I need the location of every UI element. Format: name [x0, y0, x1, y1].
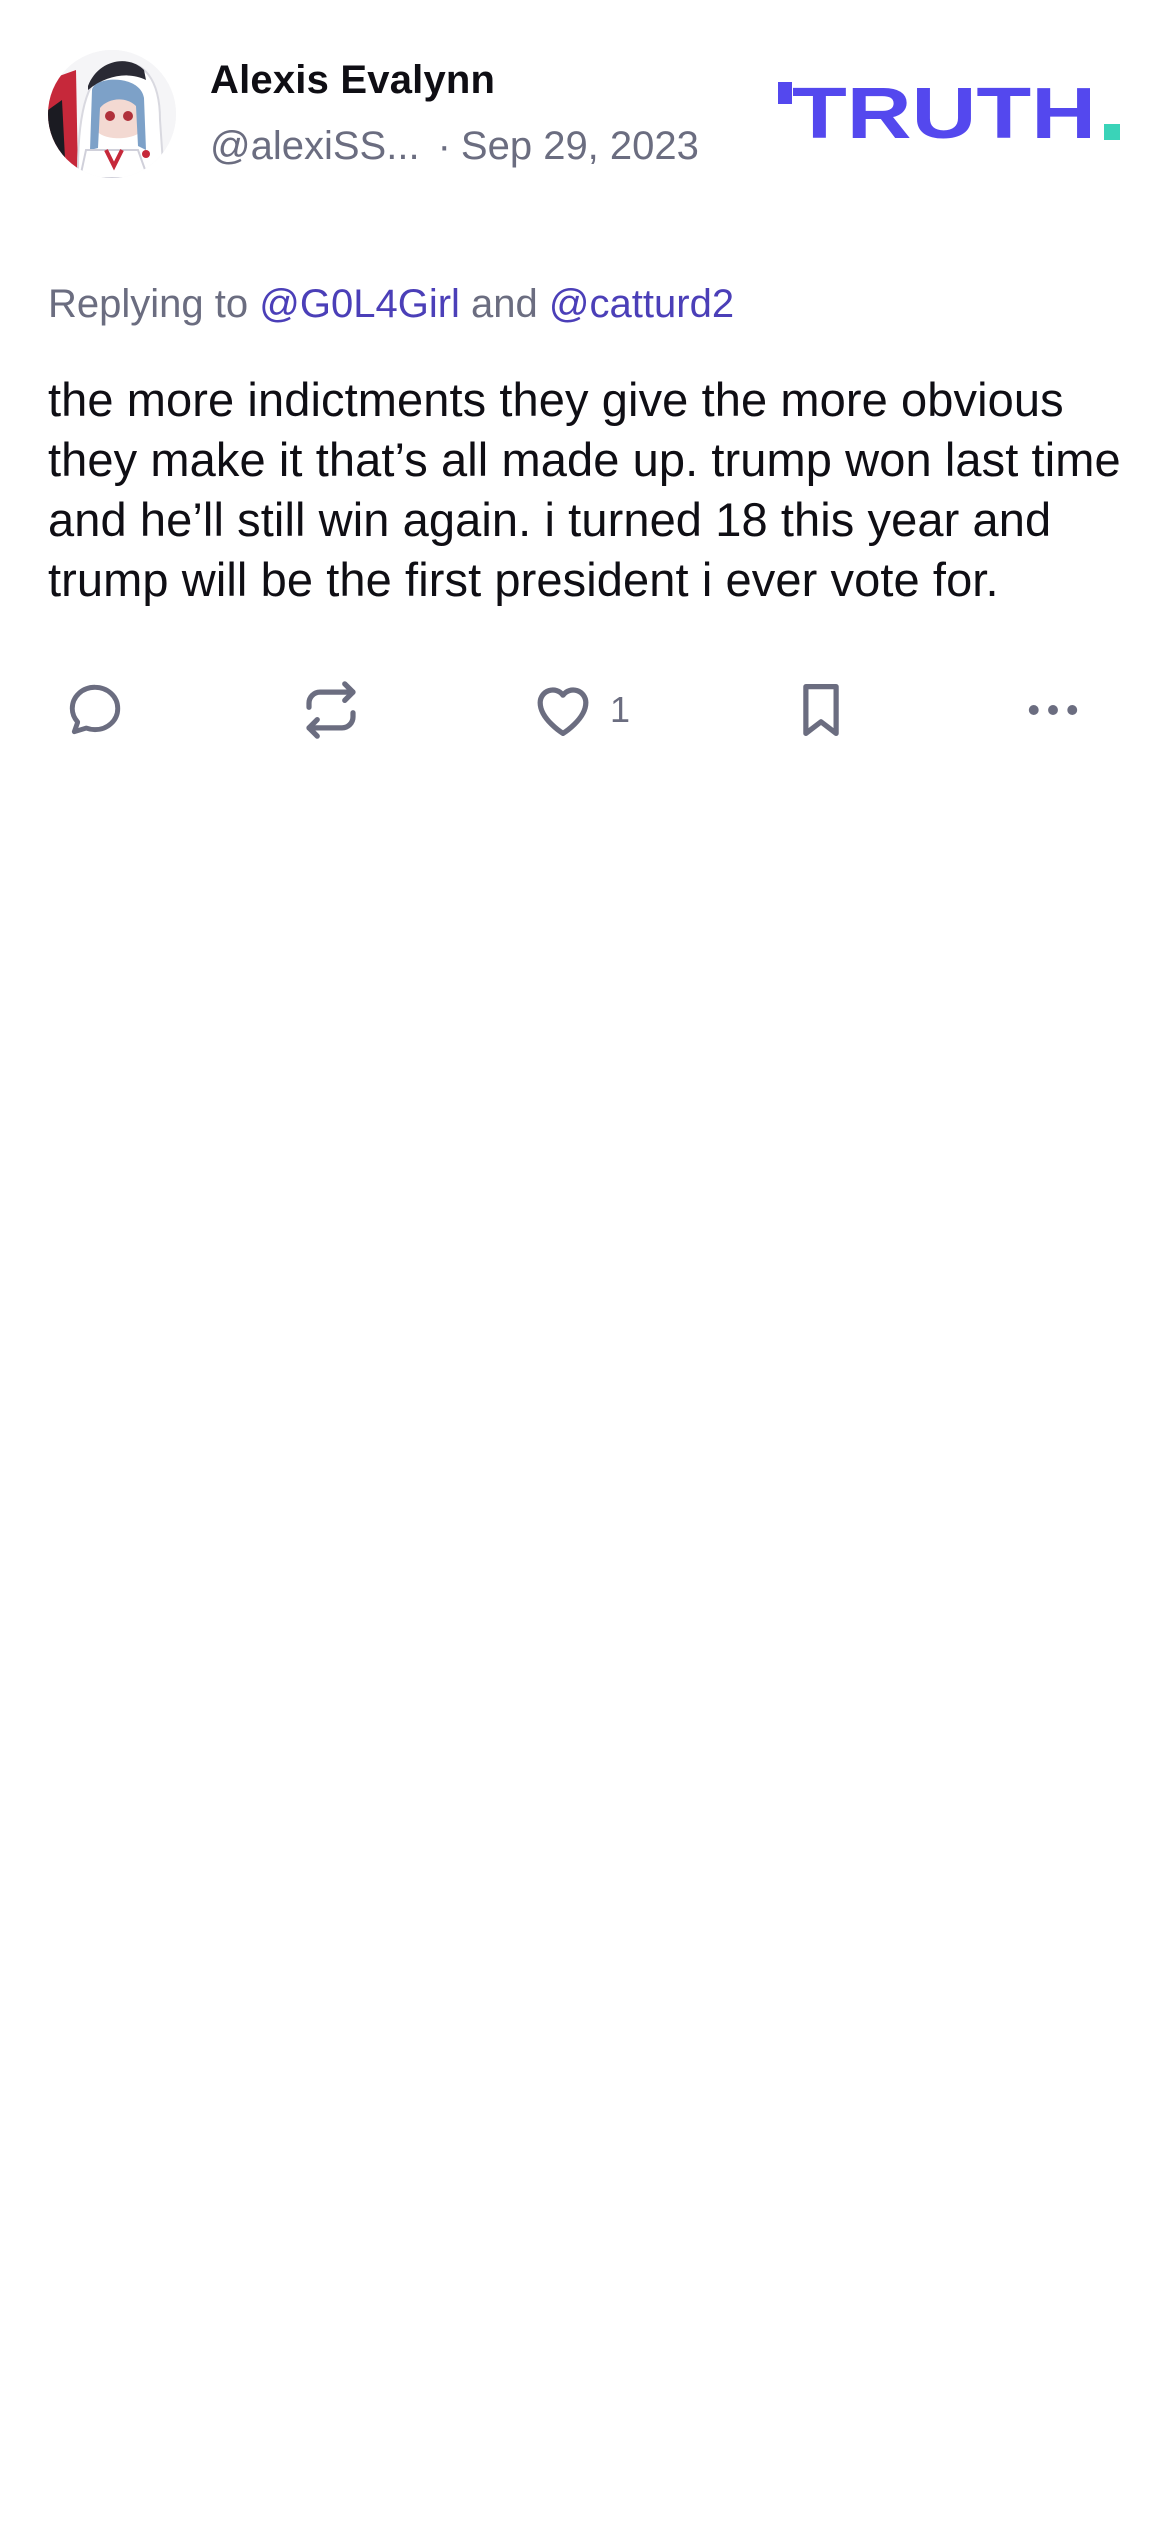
replying-to: Replying to @G0L4Girl and @catturd2	[48, 278, 1122, 330]
replying-to-conjunction: and	[471, 282, 538, 326]
like-button[interactable]: 1	[530, 670, 630, 750]
retruth-button[interactable]	[298, 670, 364, 750]
post-header: Alexis Evalynn @alexiSS... · Sep 29, 2023 …	[48, 50, 1122, 180]
post-date[interactable]: Sep 29, 2023	[461, 124, 699, 168]
like-count: 1	[610, 689, 631, 730]
post-actions: 1	[48, 670, 1122, 750]
mention-link-1[interactable]: @G0L4Girl	[259, 282, 460, 326]
heart-icon	[537, 687, 589, 736]
bookmark-button[interactable]	[788, 670, 854, 750]
meta-separator: ·	[437, 124, 451, 168]
truth-logo-icon: TRUTH	[778, 76, 1120, 148]
repost-icon	[306, 681, 356, 739]
post-meta: @alexiSS... · Sep 29, 2023	[210, 120, 699, 172]
reply-button[interactable]	[64, 670, 126, 750]
more-dots-icon	[1028, 705, 1078, 715]
truth-logo: TRUTH	[776, 76, 1122, 148]
author-handle[interactable]: @alexiSS...	[210, 124, 420, 168]
truth-post: Alexis Evalynn @alexiSS... · Sep 29, 2023 …	[0, 0, 1170, 750]
replying-to-label: Replying to	[48, 282, 249, 326]
more-button[interactable]	[1020, 670, 1086, 750]
post-content: the more indictments they give the more …	[48, 373, 1121, 606]
author-display-name[interactable]: Alexis Evalynn	[210, 54, 699, 106]
bookmark-icon	[803, 684, 839, 736]
anime-avatar-icon	[48, 50, 176, 178]
mention-link-2[interactable]: @catturd2	[549, 282, 734, 326]
avatar[interactable]	[48, 50, 176, 178]
truth-logo-text: TRUTH	[792, 76, 1096, 148]
speech-bubble-icon	[69, 684, 121, 735]
author-block: Alexis Evalynn @alexiSS... · Sep 29, 2023	[210, 54, 699, 172]
